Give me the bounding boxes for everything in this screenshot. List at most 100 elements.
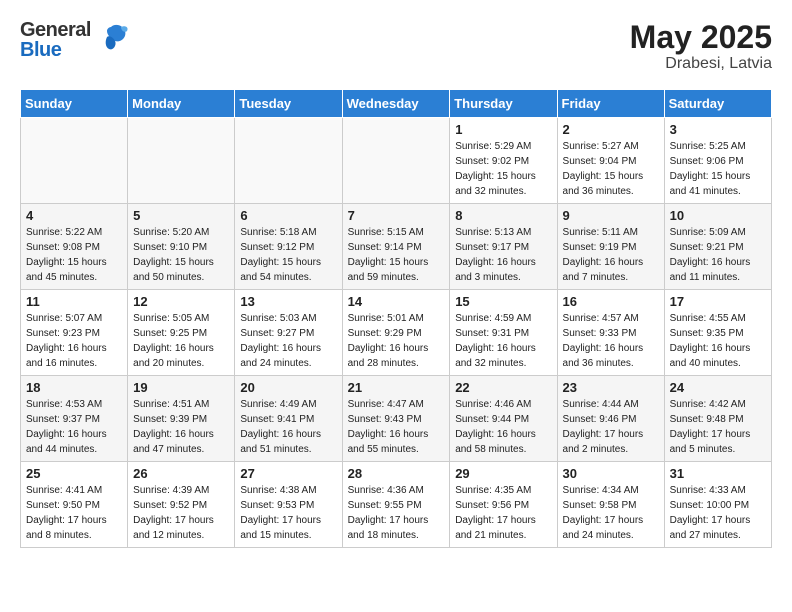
day-details: Sunrise: 4:47 AMSunset: 9:43 PMDaylight:… bbox=[348, 397, 445, 457]
table-row: 30 Sunrise: 4:34 AMSunset: 9:58 PMDayligh… bbox=[557, 462, 664, 548]
table-row: 27 Sunrise: 4:38 AMSunset: 9:53 PMDayligh… bbox=[235, 462, 342, 548]
calendar-week-row: 25 Sunrise: 4:41 AMSunset: 9:50 PMDayligh… bbox=[21, 462, 772, 548]
table-row: 10Sunrise: 5:09 AMSunset: 9:21 PMDayligh… bbox=[664, 204, 771, 290]
day-number: 18 bbox=[26, 380, 122, 395]
day-details: Sunrise: 4:55 AMSunset: 9:35 PMDaylight:… bbox=[670, 311, 766, 371]
table-row: 23Sunrise: 4:44 AMSunset: 9:46 PMDayligh… bbox=[557, 376, 664, 462]
day-number: 25 bbox=[26, 466, 122, 481]
day-details: Sunrise: 5:03 AMSunset: 9:27 PMDaylight:… bbox=[240, 311, 336, 371]
day-number: 20 bbox=[240, 380, 336, 395]
table-row: 12 Sunrise: 5:05 AMSunset: 9:25 PMDayligh… bbox=[128, 290, 235, 376]
col-friday: Friday bbox=[557, 90, 664, 118]
day-details: Sunrise: 5:05 AMSunset: 9:25 PMDaylight:… bbox=[133, 311, 229, 371]
table-row: 15 Sunrise: 4:59 AMSunset: 9:31 PMDayligh… bbox=[450, 290, 557, 376]
day-number: 6 bbox=[240, 208, 336, 223]
day-number: 29 bbox=[455, 466, 551, 481]
day-number: 13 bbox=[240, 294, 336, 309]
day-number: 21 bbox=[348, 380, 445, 395]
table-row: 18Sunrise: 4:53 AMSunset: 9:37 PMDayligh… bbox=[21, 376, 128, 462]
day-number: 12 bbox=[133, 294, 229, 309]
day-details: Sunrise: 5:29 AMSunset: 9:02 PMDaylight:… bbox=[455, 139, 551, 199]
day-details: Sunrise: 5:25 AMSunset: 9:06 PMDaylight:… bbox=[670, 139, 766, 199]
day-details: Sunrise: 5:07 AMSunset: 9:23 PMDaylight:… bbox=[26, 311, 122, 371]
table-row: 6 Sunrise: 5:18 AMSunset: 9:12 PMDaylight… bbox=[235, 204, 342, 290]
day-number: 16 bbox=[563, 294, 659, 309]
table-row: 2 Sunrise: 5:27 AMSunset: 9:04 PMDaylight… bbox=[557, 118, 664, 204]
table-row: 31Sunrise: 4:33 AMSunset: 10:00 PMDaylig… bbox=[664, 462, 771, 548]
calendar-body: 1 Sunrise: 5:29 AMSunset: 9:02 PMDaylight… bbox=[21, 118, 772, 548]
table-row: 24Sunrise: 4:42 AMSunset: 9:48 PMDayligh… bbox=[664, 376, 771, 462]
table-row: 26 Sunrise: 4:39 AMSunset: 9:52 PMDayligh… bbox=[128, 462, 235, 548]
day-number: 30 bbox=[563, 466, 659, 481]
table-row: 16 Sunrise: 4:57 AMSunset: 9:33 PMDayligh… bbox=[557, 290, 664, 376]
day-details: Sunrise: 4:51 AMSunset: 9:39 PMDaylight:… bbox=[133, 397, 229, 457]
day-number: 2 bbox=[563, 122, 659, 137]
table-row: 5 Sunrise: 5:20 AMSunset: 9:10 PMDaylight… bbox=[128, 204, 235, 290]
table-row: 3Sunrise: 5:25 AMSunset: 9:06 PMDaylight… bbox=[664, 118, 771, 204]
table-row: 1 Sunrise: 5:29 AMSunset: 9:02 PMDaylight… bbox=[450, 118, 557, 204]
day-number: 31 bbox=[670, 466, 766, 481]
day-number: 17 bbox=[670, 294, 766, 309]
col-saturday: Saturday bbox=[664, 90, 771, 118]
col-monday: Monday bbox=[128, 90, 235, 118]
day-number: 11 bbox=[26, 294, 122, 309]
title-block: May 2025 Drabesi, Latvia bbox=[630, 20, 772, 73]
calendar-header-row: Sunday Monday Tuesday Wednesday Thursday… bbox=[21, 90, 772, 118]
col-tuesday: Tuesday bbox=[235, 90, 342, 118]
table-row: 9 Sunrise: 5:11 AMSunset: 9:19 PMDaylight… bbox=[557, 204, 664, 290]
calendar-title: May 2025 bbox=[630, 20, 772, 55]
day-number: 14 bbox=[348, 294, 445, 309]
table-row: 29 Sunrise: 4:35 AMSunset: 9:56 PMDayligh… bbox=[450, 462, 557, 548]
day-details: Sunrise: 4:35 AMSunset: 9:56 PMDaylight:… bbox=[455, 483, 551, 543]
day-details: Sunrise: 5:11 AMSunset: 9:19 PMDaylight:… bbox=[563, 225, 659, 285]
day-details: Sunrise: 5:20 AMSunset: 9:10 PMDaylight:… bbox=[133, 225, 229, 285]
day-number: 23 bbox=[563, 380, 659, 395]
calendar-week-row: 18Sunrise: 4:53 AMSunset: 9:37 PMDayligh… bbox=[21, 376, 772, 462]
day-details: Sunrise: 5:15 AMSunset: 9:14 PMDaylight:… bbox=[348, 225, 445, 285]
logo-general: General bbox=[20, 20, 91, 40]
table-row: 25 Sunrise: 4:41 AMSunset: 9:50 PMDayligh… bbox=[21, 462, 128, 548]
logo-bird-icon bbox=[93, 17, 131, 60]
day-number: 26 bbox=[133, 466, 229, 481]
day-number: 8 bbox=[455, 208, 551, 223]
table-row: 17 Sunrise: 4:55 AMSunset: 9:35 PMDayligh… bbox=[664, 290, 771, 376]
table-row: 7Sunrise: 5:15 AMSunset: 9:14 PMDaylight… bbox=[342, 204, 450, 290]
col-wednesday: Wednesday bbox=[342, 90, 450, 118]
day-details: Sunrise: 4:39 AMSunset: 9:52 PMDaylight:… bbox=[133, 483, 229, 543]
logo-text: General Blue bbox=[20, 20, 91, 60]
table-row: 4 Sunrise: 5:22 AMSunset: 9:08 PMDaylight… bbox=[21, 204, 128, 290]
table-row: 14 Sunrise: 5:01 AMSunset: 9:29 PMDayligh… bbox=[342, 290, 450, 376]
day-details: Sunrise: 4:36 AMSunset: 9:55 PMDaylight:… bbox=[348, 483, 445, 543]
day-number: 4 bbox=[26, 208, 122, 223]
day-number: 9 bbox=[563, 208, 659, 223]
calendar-subtitle: Drabesi, Latvia bbox=[630, 55, 772, 73]
table-row: 19Sunrise: 4:51 AMSunset: 9:39 PMDayligh… bbox=[128, 376, 235, 462]
calendar-table: Sunday Monday Tuesday Wednesday Thursday… bbox=[20, 89, 772, 548]
page: General Blue May 2025 Drabesi, Latvia Su… bbox=[0, 0, 792, 558]
logo-blue: Blue bbox=[20, 40, 91, 60]
table-row: 20Sunrise: 4:49 AMSunset: 9:41 PMDayligh… bbox=[235, 376, 342, 462]
day-number: 27 bbox=[240, 466, 336, 481]
col-thursday: Thursday bbox=[450, 90, 557, 118]
logo: General Blue bbox=[20, 20, 131, 60]
day-details: Sunrise: 4:38 AMSunset: 9:53 PMDaylight:… bbox=[240, 483, 336, 543]
day-details: Sunrise: 5:27 AMSunset: 9:04 PMDaylight:… bbox=[563, 139, 659, 199]
day-details: Sunrise: 5:22 AMSunset: 9:08 PMDaylight:… bbox=[26, 225, 122, 285]
day-number: 28 bbox=[348, 466, 445, 481]
day-details: Sunrise: 4:46 AMSunset: 9:44 PMDaylight:… bbox=[455, 397, 551, 457]
day-details: Sunrise: 5:18 AMSunset: 9:12 PMDaylight:… bbox=[240, 225, 336, 285]
day-details: Sunrise: 5:01 AMSunset: 9:29 PMDaylight:… bbox=[348, 311, 445, 371]
day-number: 5 bbox=[133, 208, 229, 223]
day-details: Sunrise: 4:41 AMSunset: 9:50 PMDaylight:… bbox=[26, 483, 122, 543]
day-details: Sunrise: 4:57 AMSunset: 9:33 PMDaylight:… bbox=[563, 311, 659, 371]
day-number: 10 bbox=[670, 208, 766, 223]
col-sunday: Sunday bbox=[21, 90, 128, 118]
day-number: 1 bbox=[455, 122, 551, 137]
table-row bbox=[21, 118, 128, 204]
table-row: 13 Sunrise: 5:03 AMSunset: 9:27 PMDayligh… bbox=[235, 290, 342, 376]
day-number: 15 bbox=[455, 294, 551, 309]
table-row bbox=[342, 118, 450, 204]
day-details: Sunrise: 4:42 AMSunset: 9:48 PMDaylight:… bbox=[670, 397, 766, 457]
day-details: Sunrise: 4:59 AMSunset: 9:31 PMDaylight:… bbox=[455, 311, 551, 371]
day-details: Sunrise: 4:34 AMSunset: 9:58 PMDaylight:… bbox=[563, 483, 659, 543]
